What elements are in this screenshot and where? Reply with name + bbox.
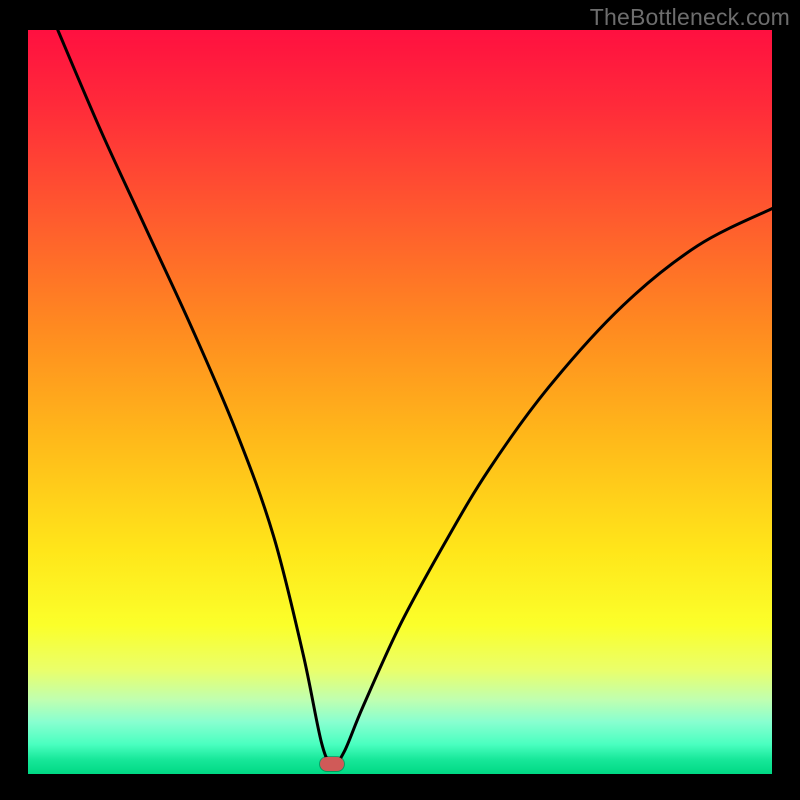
chart-frame: TheBottleneck.com: [0, 0, 800, 800]
watermark-text: TheBottleneck.com: [590, 4, 790, 31]
bottleneck-curve: [28, 30, 772, 774]
optimum-marker: [320, 757, 344, 771]
